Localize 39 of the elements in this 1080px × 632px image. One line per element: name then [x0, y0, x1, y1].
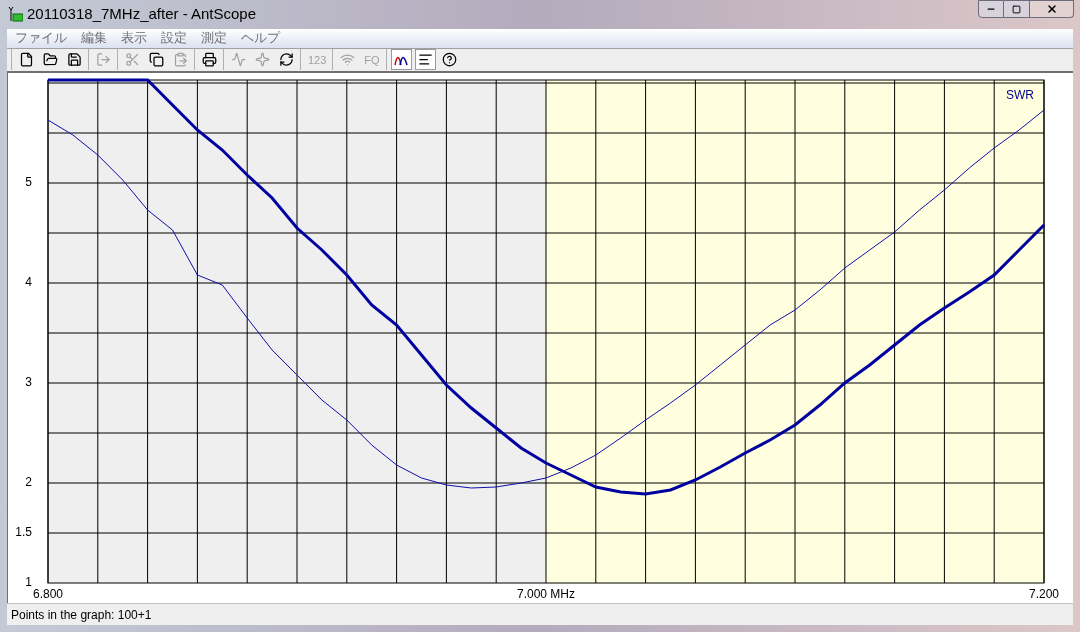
status-text: Points in the graph: 100+1	[11, 606, 152, 624]
help-icon	[441, 52, 457, 68]
x-tick-label: 6.800	[33, 587, 63, 602]
star-icon	[255, 52, 270, 68]
maximize-icon	[1012, 4, 1021, 14]
cut-icon	[125, 52, 140, 68]
menu-item[interactable]: 表示	[121, 28, 147, 48]
minimize-button[interactable]	[978, 0, 1004, 18]
menu-item[interactable]: 編集	[81, 28, 107, 48]
document-icon	[19, 52, 34, 68]
copy-icon	[149, 52, 164, 68]
antenna-app-icon	[7, 6, 23, 23]
y-axis-label: SWR	[1006, 88, 1034, 103]
close-button[interactable]	[1030, 0, 1074, 18]
signal-icon	[340, 52, 356, 68]
graph-icon	[231, 52, 246, 68]
y-tick-label: 3	[25, 375, 32, 390]
y-tick-label: 5	[25, 175, 32, 190]
y-tick-label: 4	[25, 275, 32, 290]
refresh-icon	[279, 52, 294, 68]
export-icon	[96, 52, 111, 68]
x-tick-label: 7.000 MHz	[517, 587, 575, 602]
list-button[interactable]	[414, 49, 436, 71]
x-tick-label: 7.200	[1029, 587, 1059, 602]
paste-icon	[173, 52, 188, 68]
curves-button[interactable]	[390, 49, 412, 71]
print-icon	[202, 52, 217, 68]
menu-item[interactable]: ファイル	[15, 28, 67, 48]
list-icon	[417, 52, 433, 68]
menu-item[interactable]: 測定	[201, 28, 227, 48]
y-tick-label: 2	[25, 475, 32, 490]
folder-icon	[43, 52, 58, 68]
menu-item[interactable]: 設定	[161, 28, 187, 48]
window-title: 20110318_7MHz_after - AntScope	[27, 4, 257, 25]
y-tick-label: 1	[25, 575, 32, 590]
y-tick-label: 1.5	[15, 525, 32, 540]
close-icon	[1045, 3, 1058, 15]
menu-item[interactable]: ヘルプ	[241, 28, 280, 48]
maximize-button[interactable]	[1004, 0, 1030, 18]
